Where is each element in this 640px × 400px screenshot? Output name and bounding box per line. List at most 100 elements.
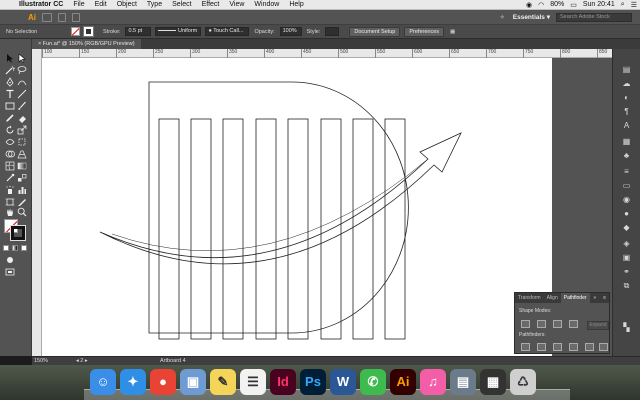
menu-help[interactable]: Help — [284, 1, 308, 8]
line-tool-icon[interactable] — [17, 89, 27, 99]
selection-tool-icon[interactable] — [5, 53, 15, 63]
wifi-icon[interactable]: ◠ — [535, 1, 547, 9]
magic-wand-tool-icon[interactable] — [5, 65, 15, 75]
color-panel-icon[interactable]: ◐ — [620, 93, 633, 103]
creative-cloud-icon[interactable]: ◉ — [523, 1, 535, 9]
draw-mode-icon[interactable] — [5, 255, 15, 265]
battery-percent[interactable]: 80% — [547, 1, 567, 8]
transparency-panel-icon[interactable]: ◉ — [620, 195, 633, 205]
menu-view[interactable]: View — [224, 1, 249, 8]
opacity-field[interactable]: 100% — [279, 27, 302, 36]
slice-tool-icon[interactable] — [17, 197, 27, 207]
blend-tool-icon[interactable] — [17, 173, 27, 183]
tab-pathfinder[interactable]: Pathfinder — [560, 293, 590, 303]
rectangle-tool-icon[interactable] — [5, 101, 15, 111]
variable-width-profile[interactable]: Uniform — [155, 27, 202, 36]
dock-indesign-icon[interactable]: Id — [270, 369, 296, 395]
crop-icon[interactable] — [569, 343, 578, 351]
menu-file[interactable]: File — [68, 1, 89, 8]
hand-tool-icon[interactable] — [5, 207, 15, 217]
brush-definition[interactable]: ● Touch Call... — [205, 27, 250, 36]
paragraph-panel-icon[interactable]: ¶ — [620, 107, 633, 117]
dock-photoshop-icon[interactable]: Ps — [300, 369, 326, 395]
dock-preview-icon[interactable]: ▣ — [180, 369, 206, 395]
gradient-tool-icon[interactable] — [17, 161, 27, 171]
perspective-grid-tool-icon[interactable] — [17, 149, 27, 159]
pathfinder-panel-icon[interactable]: ▚ — [620, 323, 633, 333]
column-graph-tool-icon[interactable] — [17, 185, 27, 195]
menu-select[interactable]: Select — [167, 1, 196, 8]
swatches-panel-icon[interactable]: ▦ — [620, 137, 633, 147]
menu-type[interactable]: Type — [142, 1, 167, 8]
color-mode-icon[interactable] — [3, 245, 9, 251]
minus-back-icon[interactable] — [599, 343, 608, 351]
gradient-mode-icon[interactable] — [12, 245, 18, 251]
stroke-panel-icon[interactable]: ≡ — [620, 167, 633, 177]
dock-itunes-icon[interactable]: ♫ — [420, 369, 446, 395]
expand-button[interactable]: Expand — [587, 321, 609, 330]
stock-search-input[interactable]: Search Adobe Stock — [556, 12, 632, 22]
character-panel-icon[interactable]: A — [620, 121, 633, 131]
stroke-color-swatch[interactable] — [10, 225, 26, 241]
width-tool-icon[interactable] — [5, 137, 15, 147]
arrange-icon[interactable]: ▦ — [450, 29, 455, 35]
minus-front-icon[interactable] — [537, 320, 546, 328]
clock[interactable]: Sun 20:41 — [580, 1, 618, 8]
pen-tool-icon[interactable] — [5, 77, 15, 87]
dock-finder-icon[interactable]: ☺ — [90, 369, 116, 395]
lasso-tool-icon[interactable] — [17, 65, 27, 75]
dock-chrome-icon[interactable]: ● — [150, 369, 176, 395]
stroke-weight-field[interactable]: 0.5 pt — [125, 27, 152, 36]
curvature-tool-icon[interactable] — [17, 77, 27, 87]
dock-photo-booth-icon[interactable]: ▦ — [480, 369, 506, 395]
graphic-style-picker[interactable] — [325, 27, 340, 36]
zoom-level[interactable]: 150% — [34, 357, 48, 365]
screen-mode-icon[interactable] — [5, 267, 15, 277]
navigator-panel-icon[interactable]: ⧉ — [620, 281, 633, 291]
zoom-tool-icon[interactable] — [17, 207, 27, 217]
menu-edit[interactable]: Edit — [90, 1, 112, 8]
direct-selection-tool-icon[interactable] — [17, 53, 27, 63]
dock-facetime-icon[interactable]: ✆ — [360, 369, 386, 395]
dock-reminders-icon[interactable]: ☰ — [240, 369, 266, 395]
graphic-styles-panel-icon[interactable]: ◆ — [620, 223, 633, 233]
shape-builder-tool-icon[interactable] — [5, 149, 15, 159]
menu-effect[interactable]: Effect — [197, 1, 225, 8]
type-tool-icon[interactable] — [5, 89, 15, 99]
close-icon[interactable]: × — [38, 41, 41, 47]
eraser-tool-icon[interactable] — [17, 113, 27, 123]
intersect-icon[interactable] — [553, 320, 562, 328]
menu-object[interactable]: Object — [112, 1, 142, 8]
artboard[interactable] — [42, 58, 552, 356]
tab-align[interactable]: Align — [544, 293, 561, 303]
document-setup-button[interactable]: Document Setup — [349, 26, 401, 37]
symbol-sprayer-tool-icon[interactable] — [5, 185, 15, 195]
workspace-switcher[interactable]: Essentials ▾ — [513, 13, 550, 21]
menu-window[interactable]: Window — [249, 1, 284, 8]
merge-icon[interactable] — [553, 343, 562, 351]
trim-icon[interactable] — [537, 343, 546, 351]
dock-illustrator-icon[interactable]: Ai — [390, 369, 416, 395]
fill-stroke-widget[interactable] — [4, 219, 26, 241]
battery-icon[interactable]: ▭ — [567, 1, 580, 9]
none-mode-icon[interactable] — [21, 245, 27, 251]
fill-swatch[interactable] — [71, 27, 80, 36]
unite-icon[interactable] — [521, 320, 530, 328]
arrange-documents-icon[interactable] — [58, 12, 66, 22]
properties-panel-icon[interactable]: ▤ — [620, 65, 633, 75]
paintbrush-tool-icon[interactable] — [17, 101, 27, 111]
artboard-tool-icon[interactable] — [5, 197, 15, 207]
vertical-ruler[interactable] — [32, 49, 42, 356]
collapse-icon[interactable]: » — [593, 295, 599, 301]
artwork[interactable] — [42, 58, 552, 356]
layers-panel-icon[interactable]: ◈ — [620, 239, 633, 249]
gpu-performance-icon[interactable] — [72, 12, 80, 22]
horizontal-ruler[interactable]: 100 150 200 250 300 350 400 450 500 550 … — [42, 49, 640, 58]
pencil-tool-icon[interactable] — [5, 113, 15, 123]
document-tab[interactable]: × Fun.ai* @ 150% (RGB/GPU Preview) — [32, 39, 141, 49]
dock-trash-icon[interactable]: ♺ — [510, 369, 536, 395]
artboard-navigator[interactable]: ◂ 2 ▸ — [76, 357, 88, 365]
exclude-icon[interactable] — [569, 320, 578, 328]
rotate-tool-icon[interactable] — [5, 125, 15, 135]
tab-transform[interactable]: Transform — [515, 293, 544, 303]
